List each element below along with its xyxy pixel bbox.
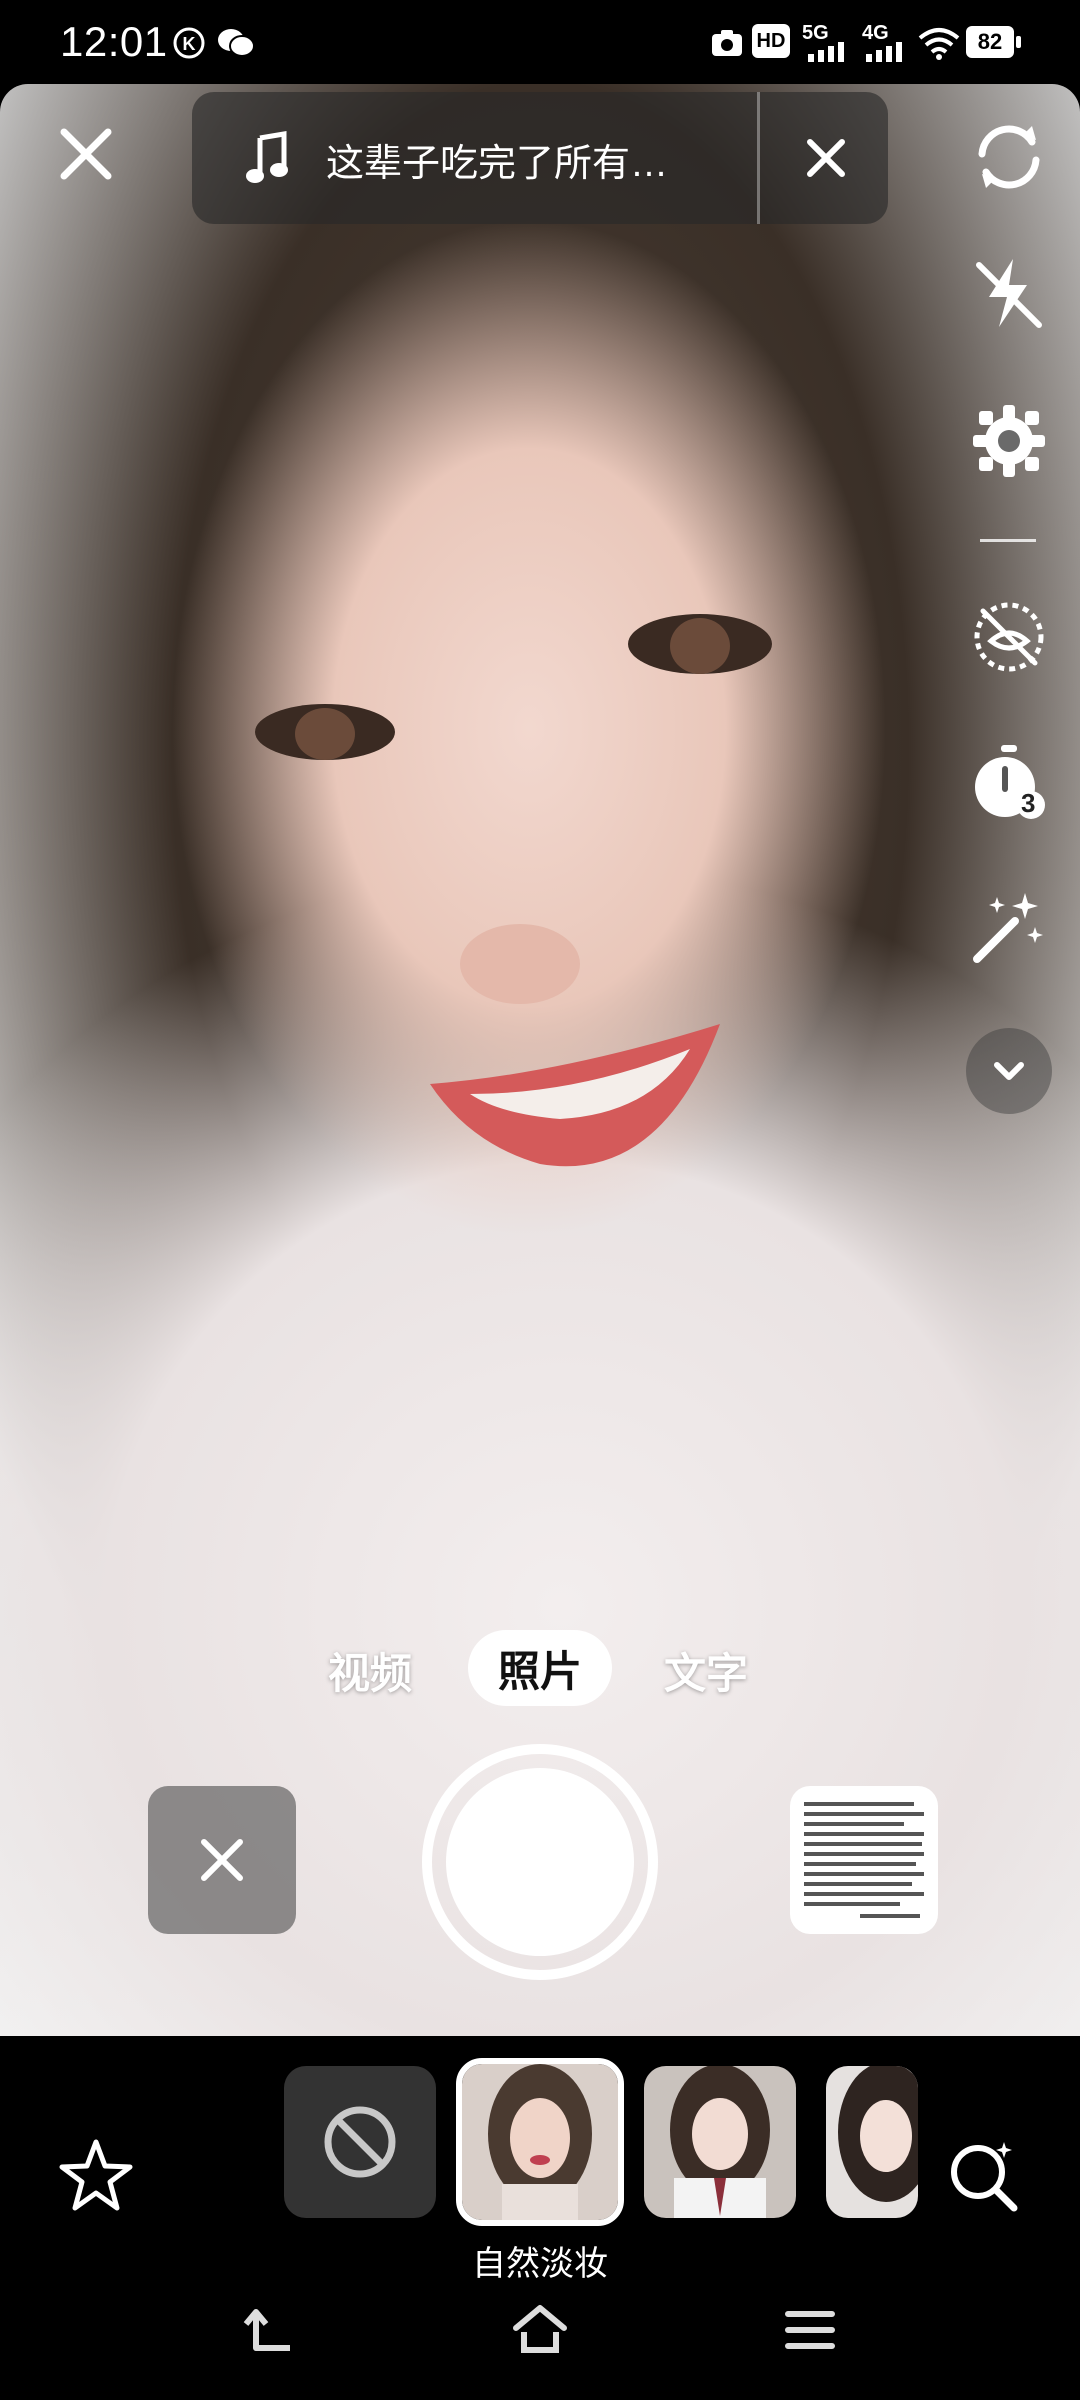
home-nav-icon[interactable] (510, 2300, 570, 2360)
tab-text[interactable]: 文字 (664, 1640, 748, 1701)
signal-icon-2 (866, 42, 902, 62)
filter-search-icon[interactable] (944, 2136, 1024, 2216)
no-filter-icon (324, 2106, 396, 2178)
beauty-off-button[interactable] (966, 594, 1052, 680)
doc-preview-line (804, 1902, 900, 1906)
shutter-button[interactable] (422, 1744, 658, 1980)
doc-preview-line (804, 1802, 914, 1806)
filter-preview-image (644, 2066, 796, 2218)
close-camera-button[interactable] (56, 124, 116, 184)
beauty-off-icon (974, 602, 1044, 672)
flip-camera-icon (978, 125, 1040, 189)
doc-preview-line (860, 1914, 920, 1918)
filter-preview-image (826, 2066, 918, 2218)
filter-option-2[interactable] (644, 2066, 796, 2218)
signal-icon-1 (808, 42, 844, 62)
music-note-icon (246, 131, 288, 183)
timer-value: 3 (1021, 788, 1036, 818)
close-icon (201, 1839, 243, 1881)
gallery-thumbnail[interactable] (790, 1786, 938, 1934)
more-tools-button[interactable] (966, 1028, 1052, 1114)
status-bar: 12:01 K HD 5G 4G 82 (0, 0, 1080, 84)
camera-status-icon (712, 30, 742, 56)
wifi-icon (918, 28, 960, 60)
doc-preview-line (804, 1832, 924, 1836)
timer-icon (975, 745, 1045, 819)
hd-badge: HD (752, 24, 790, 58)
doc-preview-line (804, 1822, 904, 1826)
doc-preview-line (804, 1812, 924, 1816)
flash-off-button[interactable] (966, 250, 1052, 336)
battery-tip (1016, 36, 1021, 48)
magic-effects-button[interactable] (966, 884, 1052, 970)
doc-preview-line (804, 1842, 922, 1846)
app-k-icon: K (173, 27, 205, 59)
doc-preview-line (804, 1892, 924, 1896)
menu-nav-icon[interactable] (780, 2300, 840, 2360)
music-selector[interactable]: 这辈子吃完了所有… (192, 92, 888, 224)
magic-wand-icon (973, 893, 1043, 963)
svg-text:K: K (183, 34, 196, 54)
back-nav-icon[interactable] (240, 2300, 300, 2360)
music-title: 这辈子吃完了所有… (326, 143, 669, 185)
battery-indicator: 82 (966, 26, 1014, 58)
doc-preview-line (804, 1862, 916, 1866)
capture-mode-tabs: 视频 照片 文字 (0, 1630, 1080, 1710)
filter-natural-makeup[interactable] (456, 2058, 624, 2226)
clock: 12:01 (60, 18, 168, 65)
chevron-down-icon (994, 1062, 1024, 1080)
filter-option-3[interactable] (826, 2066, 918, 2218)
selected-filter-label: 自然淡妆 (472, 2245, 608, 2283)
favorites-star-icon[interactable] (56, 2136, 136, 2216)
tab-photo[interactable]: 照片 (468, 1630, 612, 1706)
flip-camera-button[interactable] (966, 114, 1052, 200)
shutter-inner (446, 1768, 634, 1956)
doc-preview-line (804, 1872, 924, 1876)
tools-divider (980, 539, 1036, 542)
flash-off-icon (976, 259, 1042, 328)
timer-button[interactable]: 3 (966, 740, 1052, 826)
discard-button[interactable] (148, 1786, 296, 1934)
doc-preview-line (804, 1882, 912, 1886)
gear-icon (973, 405, 1045, 477)
settings-button[interactable] (966, 398, 1052, 484)
music-divider (757, 92, 760, 224)
doc-preview-line (804, 1852, 924, 1856)
wechat-icon (218, 29, 255, 57)
music-remove-icon[interactable] (802, 134, 850, 182)
filter-preview-image (462, 2064, 618, 2220)
no-filter-button[interactable] (284, 2066, 436, 2218)
tab-video[interactable]: 视频 (328, 1640, 412, 1701)
